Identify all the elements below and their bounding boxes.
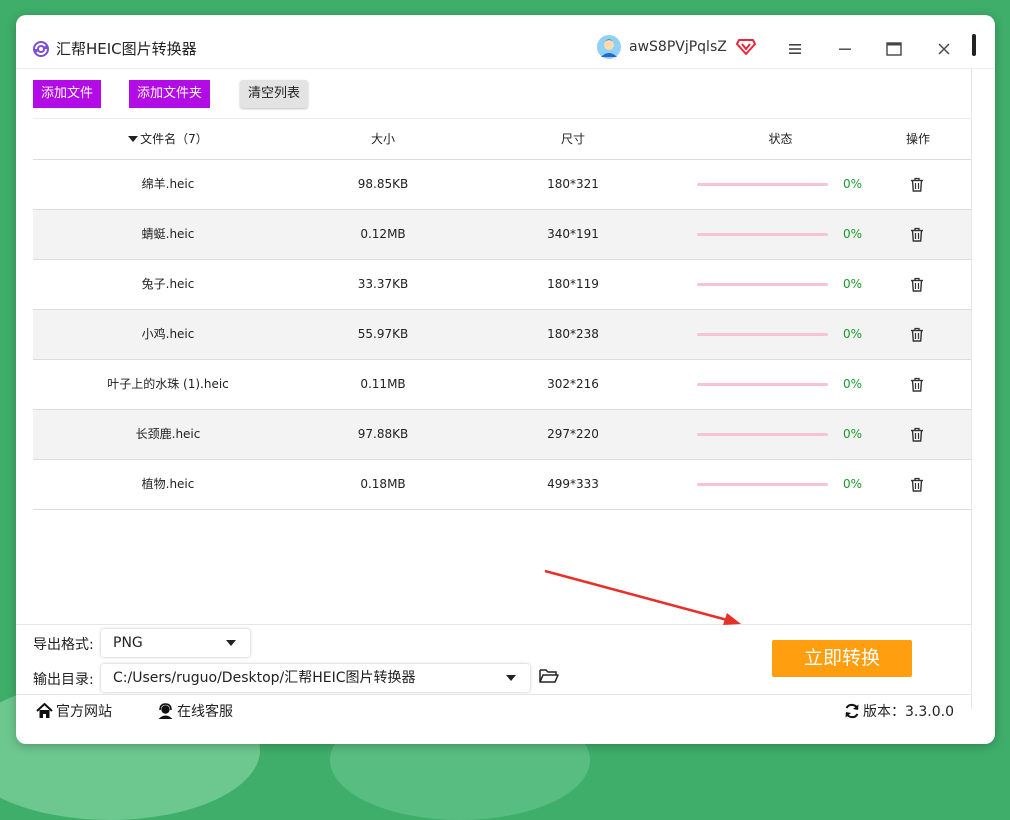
- folder-open-icon[interactable]: [539, 667, 559, 685]
- status-percent: 0%: [843, 427, 863, 441]
- close-icon[interactable]: [933, 38, 955, 60]
- cell-file-size: 97.88KB: [357, 427, 409, 441]
- cell-file-name: 叶子上的水珠 (1).heic: [107, 377, 229, 391]
- convert-now-button[interactable]: 立即转换: [772, 640, 912, 677]
- format-select[interactable]: PNG: [101, 629, 250, 657]
- cell-dimensions: 180*238: [547, 327, 599, 341]
- column-header-name-label: 文件名（7）: [140, 132, 208, 146]
- vip-diamond-icon[interactable]: [736, 38, 756, 56]
- cell-dimensions: 302*216: [547, 377, 599, 391]
- add-files-button[interactable]: 添加文件: [33, 80, 102, 108]
- cell-dimensions: 297*220: [547, 427, 599, 441]
- cell-file-size: 33.37KB: [357, 277, 409, 291]
- table-row[interactable]: 小鸡.heic 55.97KB 180*238 0%: [33, 310, 971, 360]
- progress-bar: [697, 433, 828, 436]
- scrollbar-thumb[interactable]: [972, 34, 976, 56]
- username[interactable]: awS8PVjPqlsZ: [629, 39, 727, 55]
- app-title: 汇帮HEIC图片转换器: [56, 40, 197, 58]
- table-body: 绵羊.heic 98.85KB 180*321 0% 蜻蜓.heic 0.12MB 340*…: [33, 160, 971, 510]
- sort-desc-icon[interactable]: [128, 136, 139, 142]
- cell-dimensions: 180*321: [547, 177, 599, 191]
- cell-file-size: 0.12MB: [360, 227, 406, 241]
- divider: [16, 624, 971, 625]
- cell-file-name: 长颈鹿.heic: [135, 427, 201, 441]
- cell-dimensions: 340*191: [547, 227, 599, 241]
- online-support-label: 在线客服: [177, 704, 233, 720]
- delete-trash-icon[interactable]: [910, 177, 924, 192]
- column-header-actions: 操作: [905, 132, 930, 146]
- cell-file-name: 绵羊.heic: [141, 177, 195, 191]
- version-label: 版本：3.3.0.0: [863, 704, 954, 720]
- clear-list-button[interactable]: 清空列表: [240, 80, 309, 108]
- delete-trash-icon[interactable]: [910, 327, 924, 342]
- app-logo-icon: [33, 41, 49, 57]
- customer-service-icon: [158, 703, 173, 719]
- chevron-down-icon: [226, 640, 236, 646]
- menu-icon[interactable]: [784, 38, 806, 60]
- app-window: 汇帮HEIC图片转换器 awS8PVjPqlsZ 添加文件 添加文件夹 清空列表…: [16, 15, 995, 744]
- cell-file-size: 55.97KB: [357, 327, 409, 341]
- divider: [971, 69, 972, 709]
- minimize-icon[interactable]: [834, 38, 856, 60]
- file-table: 文件名（7） 大小 尺寸 状态 操作 绵羊.heic 98.85KB 180*321…: [33, 118, 971, 510]
- title-bar: 汇帮HEIC图片转换器 awS8PVjPqlsZ: [16, 15, 995, 69]
- status-percent: 0%: [843, 277, 863, 291]
- table-row[interactable]: 兔子.heic 33.37KB 180*119 0%: [33, 260, 971, 310]
- progress-bar: [697, 183, 828, 186]
- cell-dimensions: 499*333: [547, 477, 599, 491]
- delete-trash-icon[interactable]: [910, 277, 924, 292]
- delete-trash-icon[interactable]: [910, 377, 924, 392]
- maximize-icon[interactable]: [883, 38, 905, 60]
- progress-bar: [697, 483, 828, 486]
- delete-trash-icon[interactable]: [910, 227, 924, 242]
- cell-file-name: 蜻蜓.heic: [141, 227, 195, 241]
- status-percent: 0%: [843, 177, 863, 191]
- chevron-down-icon: [506, 675, 516, 681]
- format-label: 导出格式:: [33, 637, 94, 653]
- output-dir-select[interactable]: C:/Users/ruguo/Desktop/汇帮HEIC图片转换器: [101, 664, 530, 692]
- output-dir-label: 输出目录:: [33, 672, 94, 688]
- progress-bar: [697, 283, 828, 286]
- delete-trash-icon[interactable]: [910, 427, 924, 442]
- cell-file-name: 兔子.heic: [141, 277, 195, 291]
- table-row[interactable]: 绵羊.heic 98.85KB 180*321 0%: [33, 160, 971, 210]
- table-row[interactable]: 叶子上的水珠 (1).heic 0.11MB 302*216 0%: [33, 360, 971, 410]
- divider: [16, 694, 971, 695]
- column-header-status: 状态: [768, 132, 793, 146]
- annotation-arrow: [544, 569, 741, 625]
- status-percent: 0%: [843, 377, 863, 391]
- home-icon: [36, 702, 53, 718]
- user-avatar-icon[interactable]: [597, 35, 621, 59]
- table-row[interactable]: 蜻蜓.heic 0.12MB 340*191 0%: [33, 210, 971, 260]
- progress-bar: [697, 333, 828, 336]
- cell-file-size: 0.11MB: [360, 377, 406, 391]
- cell-file-size: 98.85KB: [357, 177, 409, 191]
- progress-bar: [697, 233, 828, 236]
- column-header-dimensions: 尺寸: [560, 132, 585, 146]
- cell-file-name: 小鸡.heic: [141, 327, 195, 341]
- column-header-name[interactable]: 文件名（7）: [33, 119, 303, 159]
- cell-dimensions: 180*119: [547, 277, 599, 291]
- cell-file-name: 植物.heic: [141, 477, 195, 491]
- table-header: 文件名（7） 大小 尺寸 状态 操作: [33, 118, 971, 160]
- cell-file-size: 0.18MB: [360, 477, 406, 491]
- table-row[interactable]: 植物.heic 0.18MB 499*333 0%: [33, 460, 971, 510]
- status-percent: 0%: [843, 227, 863, 241]
- status-percent: 0%: [843, 477, 863, 491]
- official-website-link[interactable]: 官方网站: [36, 701, 112, 723]
- delete-trash-icon[interactable]: [910, 477, 924, 492]
- column-header-size: 大小: [370, 132, 395, 146]
- status-percent: 0%: [843, 327, 863, 341]
- refresh-icon[interactable]: [844, 703, 860, 719]
- official-website-label: 官方网站: [56, 704, 112, 720]
- online-support-link[interactable]: 在线客服: [157, 701, 233, 723]
- add-folder-button[interactable]: 添加文件夹: [129, 80, 211, 108]
- format-value: PNG: [113, 635, 143, 651]
- output-dir-value: C:/Users/ruguo/Desktop/汇帮HEIC图片转换器: [113, 670, 416, 686]
- table-row[interactable]: 长颈鹿.heic 97.88KB 297*220 0%: [33, 410, 971, 460]
- version-info: 版本：3.3.0.0: [844, 701, 954, 723]
- progress-bar: [697, 383, 828, 386]
- divider: [16, 68, 995, 69]
